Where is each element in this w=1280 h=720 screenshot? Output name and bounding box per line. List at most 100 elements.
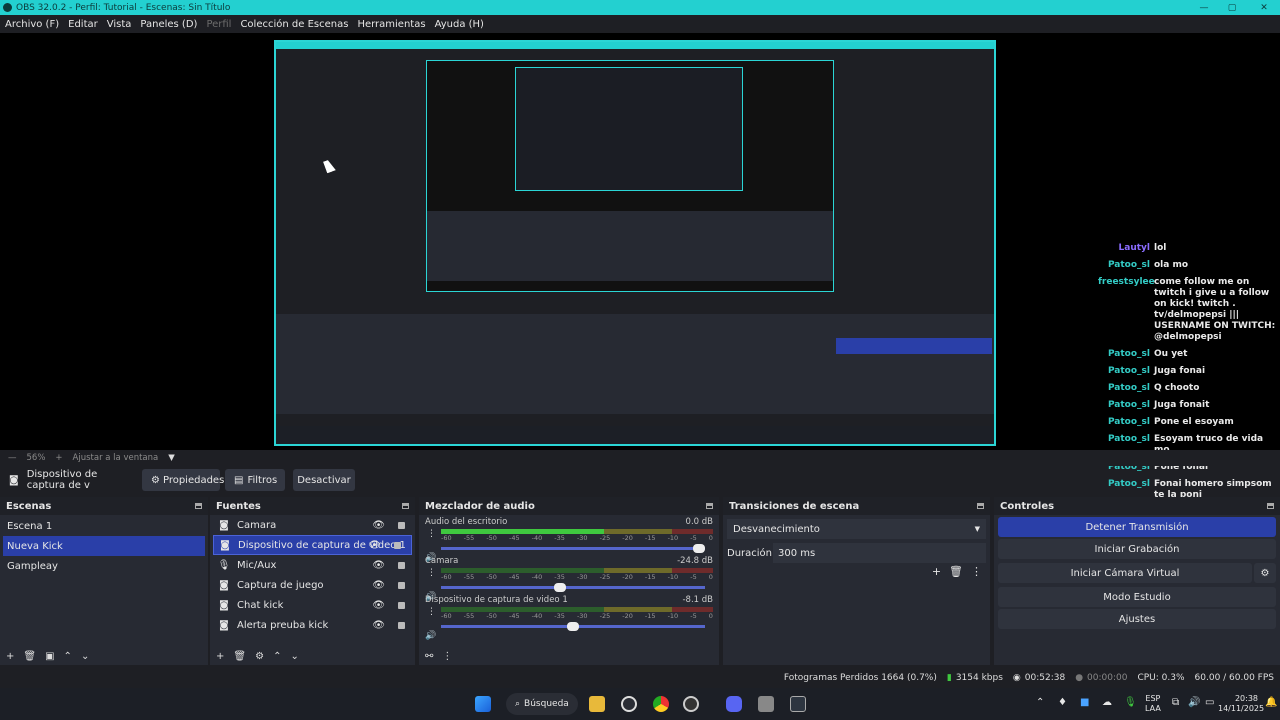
kebab-menu-icon[interactable]: ⋮ [427, 607, 436, 617]
filter-icon[interactable]: ▣ [45, 651, 54, 662]
eye-icon[interactable]: 👁 [372, 580, 385, 591]
lock-icon[interactable] [394, 541, 401, 549]
kebab-menu-icon[interactable]: ⋮ [442, 651, 452, 662]
menu-view[interactable]: Vista [107, 19, 132, 30]
app-icon[interactable] [621, 696, 637, 712]
lock-icon[interactable] [398, 521, 405, 529]
speaker-icon[interactable]: 🔊 [425, 631, 436, 641]
discord-icon[interactable] [726, 696, 742, 712]
eye-icon[interactable]: 👁 [368, 540, 381, 551]
menu-file[interactable]: Archivo (F) [5, 19, 59, 30]
tray-icon[interactable]: ■ [1080, 697, 1089, 708]
preview-canvas[interactable]: Lautyl lol Patoo_sl ola mo freestsylee come f… [0, 33, 1280, 500]
zoom-out-button[interactable]: — [8, 453, 17, 463]
kebab-menu-icon[interactable]: ⋮ [427, 529, 436, 539]
chevron-up-icon[interactable]: ⌃ [1036, 697, 1044, 708]
add-icon[interactable]: + [932, 565, 941, 578]
duration-input[interactable]: 300 ms [773, 543, 986, 563]
undock-icon[interactable] [402, 503, 409, 509]
windows-start-icon[interactable] [475, 696, 491, 712]
taskbar-search[interactable]: ⌕ Búsqueda [506, 693, 578, 715]
menu-profile[interactable]: Perfil [206, 19, 231, 30]
menu-docks[interactable]: Paneles (D) [140, 19, 197, 30]
eye-icon[interactable]: 👁 [372, 600, 385, 611]
gear-icon[interactable]: ⚙ [255, 651, 264, 662]
eye-icon[interactable]: 👁 [372, 620, 385, 631]
trash-icon[interactable]: 🗑 [233, 651, 246, 662]
properties-button[interactable]: ⚙ Propiedades [142, 469, 224, 491]
stop-streaming-button[interactable]: Detener Transmisión [998, 517, 1276, 537]
fader-knob[interactable] [567, 622, 579, 631]
scene-item[interactable]: Escena 1 [0, 516, 208, 536]
start-virtual-camera-button[interactable]: Iniciar Cámara Virtual [998, 563, 1252, 583]
lock-icon[interactable] [398, 581, 405, 589]
maximize-button[interactable]: ▢ [1218, 0, 1246, 15]
volume-fader[interactable] [441, 583, 705, 592]
scene-item[interactable]: Nueva Kick [3, 536, 205, 556]
input-language[interactable]: ESP LAA [1145, 694, 1161, 714]
fader-knob[interactable] [554, 583, 567, 592]
deactivate-button[interactable]: Desactivar [293, 469, 355, 491]
studio-mode-button[interactable]: Modo Estudio [998, 587, 1276, 607]
volume-fader[interactable] [441, 622, 705, 631]
zoom-in-button[interactable]: + [55, 453, 62, 463]
link-icon[interactable]: ⚯ [425, 651, 433, 662]
network-icon[interactable]: ⧉ [1172, 697, 1179, 708]
source-item[interactable]: 🎙 Mic/Aux 👁 [210, 555, 415, 575]
app-icon[interactable] [790, 696, 806, 712]
source-item[interactable]: ◙ Captura de juego 👁 [210, 575, 415, 595]
lock-icon[interactable] [398, 561, 405, 569]
trash-icon[interactable]: 🗑 [949, 565, 963, 578]
add-icon[interactable]: + [216, 651, 224, 662]
kebab-menu-icon[interactable]: ⋮ [427, 568, 436, 578]
move-up-icon[interactable]: ⌃ [273, 651, 281, 662]
undock-icon[interactable] [977, 503, 984, 509]
menu-edit[interactable]: Editar [68, 19, 98, 30]
tray-icon[interactable]: ☁ [1102, 697, 1112, 708]
source-item[interactable]: ◙ Dispositivo de captura de video 1 👁 [213, 535, 412, 555]
move-down-icon[interactable]: ⌄ [290, 651, 298, 662]
volume-fader[interactable] [441, 544, 705, 553]
menu-scene-collection[interactable]: Colección de Escenas [240, 19, 348, 30]
start-recording-button[interactable]: Iniciar Grabación [998, 539, 1276, 559]
close-button[interactable]: ✕ [1250, 0, 1278, 15]
chevron-down-icon[interactable]: ▼ [168, 453, 175, 463]
move-down-icon[interactable]: ⌄ [81, 651, 89, 662]
sources-title: Fuentes [216, 500, 261, 512]
volume-icon[interactable]: 🔊 [1188, 697, 1200, 708]
undock-icon[interactable] [195, 503, 202, 509]
clock[interactable]: 20:38 14/11/2025 [1218, 694, 1264, 714]
chrome-icon[interactable] [653, 696, 669, 712]
lock-icon[interactable] [398, 601, 405, 609]
battery-icon[interactable]: ▭ [1205, 697, 1214, 708]
source-item[interactable]: ◙ Camara 👁 [210, 515, 415, 535]
source-item[interactable]: ◙ Chat kick 👁 [210, 595, 415, 615]
folder-icon[interactable] [589, 696, 605, 712]
chat-username: Patoo_sl [1107, 366, 1150, 376]
fit-window-button[interactable]: Ajustar a la ventana [73, 453, 159, 463]
lock-icon[interactable] [398, 621, 405, 629]
window-icon[interactable] [758, 696, 774, 712]
tray-icon[interactable]: ♦ [1058, 697, 1067, 708]
settings-button[interactable]: Ajustes [998, 609, 1276, 629]
filters-button[interactable]: ▤ Filtros [225, 469, 285, 491]
transition-select[interactable]: Desvanecimiento ▼ [727, 519, 986, 539]
eye-icon[interactable]: 👁 [372, 520, 385, 531]
notification-icon[interactable]: 🔔 [1265, 697, 1277, 708]
menu-help[interactable]: Ayuda (H) [435, 19, 484, 30]
scene-item[interactable]: Gampleay [0, 556, 208, 576]
move-up-icon[interactable]: ⌃ [64, 651, 72, 662]
eye-icon[interactable]: 👁 [372, 560, 385, 571]
undock-icon[interactable] [1267, 503, 1274, 509]
undock-icon[interactable] [706, 503, 713, 509]
mic-icon[interactable]: 🎙 [1124, 697, 1137, 708]
source-item[interactable]: ◙ Alerta preuba kick 👁 [210, 615, 415, 635]
virtual-camera-settings-button[interactable]: ⚙ [1254, 563, 1276, 583]
menu-tools[interactable]: Herramientas [357, 19, 425, 30]
obs-taskbar-icon[interactable] [683, 696, 699, 712]
add-icon[interactable]: + [6, 651, 14, 662]
fader-knob[interactable] [693, 544, 705, 553]
minimize-button[interactable]: — [1190, 0, 1218, 15]
trash-icon[interactable]: 🗑 [23, 651, 36, 662]
kebab-menu-icon[interactable]: ⋮ [971, 565, 982, 578]
